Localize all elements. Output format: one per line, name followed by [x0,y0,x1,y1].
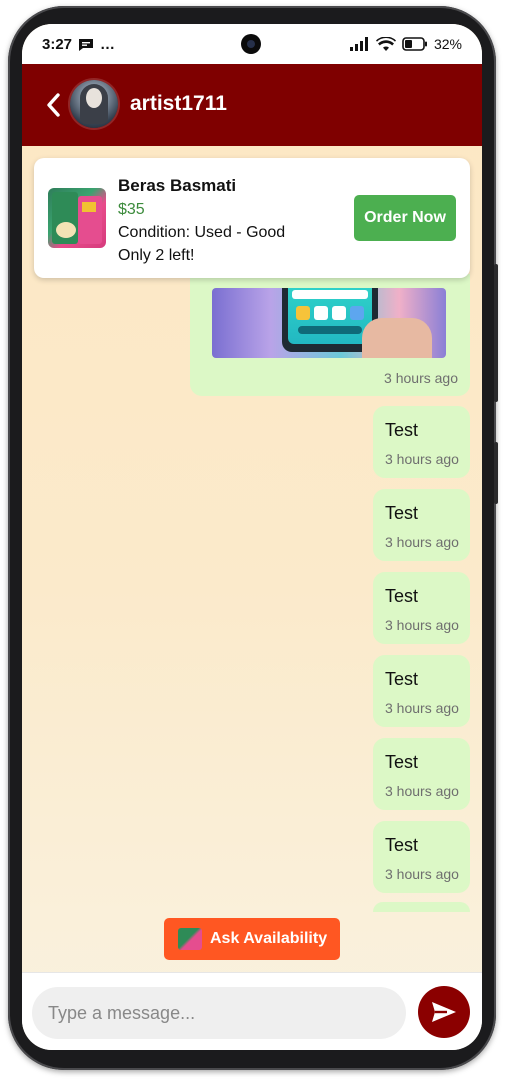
chat-header: artist1711 [22,64,482,146]
message-text: Test [385,835,419,855]
message-timestamp: 3 hours ago [384,370,458,386]
image-message-bubble[interactable]: 3 hours ago [190,274,470,396]
product-title: Beras Basmati [118,176,237,195]
product-stock: Only 2 left! [118,247,195,264]
message-timestamp: 3 hours ago [385,866,459,882]
chevron-left-icon [47,93,60,117]
message-bubble[interactable]: Test 3 hours ago [373,489,470,561]
image-hand-shape [362,318,432,358]
volume-button [494,264,498,402]
message-text: Test [385,420,419,440]
message-bubble[interactable]: Test 3 hours ago [373,821,470,893]
message-timestamp: 3 hours ago [385,700,459,716]
status-bar: 3:27 … 32% [22,24,482,64]
avatar-face [86,88,102,108]
ask-availability-button[interactable]: Ask Availability [164,918,340,960]
message-text: Test [385,586,419,606]
message-bubble[interactable]: Test 3 hours ago [373,572,470,644]
message-text: Test [385,669,419,689]
wifi-icon [375,36,396,51]
message-bubble[interactable]: Test 3 hours ago [373,738,470,810]
message-timestamp: 3 hours ago [385,534,459,550]
front-camera [241,34,261,54]
composer-bar [22,972,482,1050]
product-price: $35 [118,201,145,218]
message-timestamp: 3 hours ago [385,617,459,633]
avatar[interactable] [70,80,118,128]
message-timestamp: 3 hours ago [385,451,459,467]
status-time: 3:27 [42,36,73,53]
message-timestamp: 3 hours ago [385,783,459,799]
message-input[interactable] [32,987,406,1039]
more-notifications-icon: … [100,36,116,53]
product-condition: Condition: Used - Good [118,224,286,241]
message-bubble-partial [373,902,470,912]
product-mini-thumbnail [178,928,202,950]
message-notification-icon [79,38,94,51]
back-button[interactable] [44,90,64,120]
message-bubble[interactable]: Test 3 hours ago [373,406,470,478]
message-bubble[interactable]: Test 3 hours ago [373,655,470,727]
ask-availability-label: Ask Availability [210,930,328,947]
battery-level: 32% [433,36,462,52]
message-image[interactable] [212,288,446,358]
product-thumbnail[interactable] [48,188,106,248]
product-card[interactable]: Beras Basmati $35 Condition: Used - Good… [34,158,470,278]
power-button [494,442,498,504]
chat-username[interactable]: artist1711 [130,92,227,116]
order-now-button[interactable]: Order Now [354,195,456,241]
message-text: Test [385,503,419,523]
app-screen: 3:27 … 32% artist1711 3 hours ago Test 3… [22,24,482,1050]
battery-icon [402,37,427,51]
send-button[interactable] [418,986,470,1038]
signal-icon [349,37,368,51]
message-text: Test [385,752,419,772]
send-icon [432,1002,456,1022]
